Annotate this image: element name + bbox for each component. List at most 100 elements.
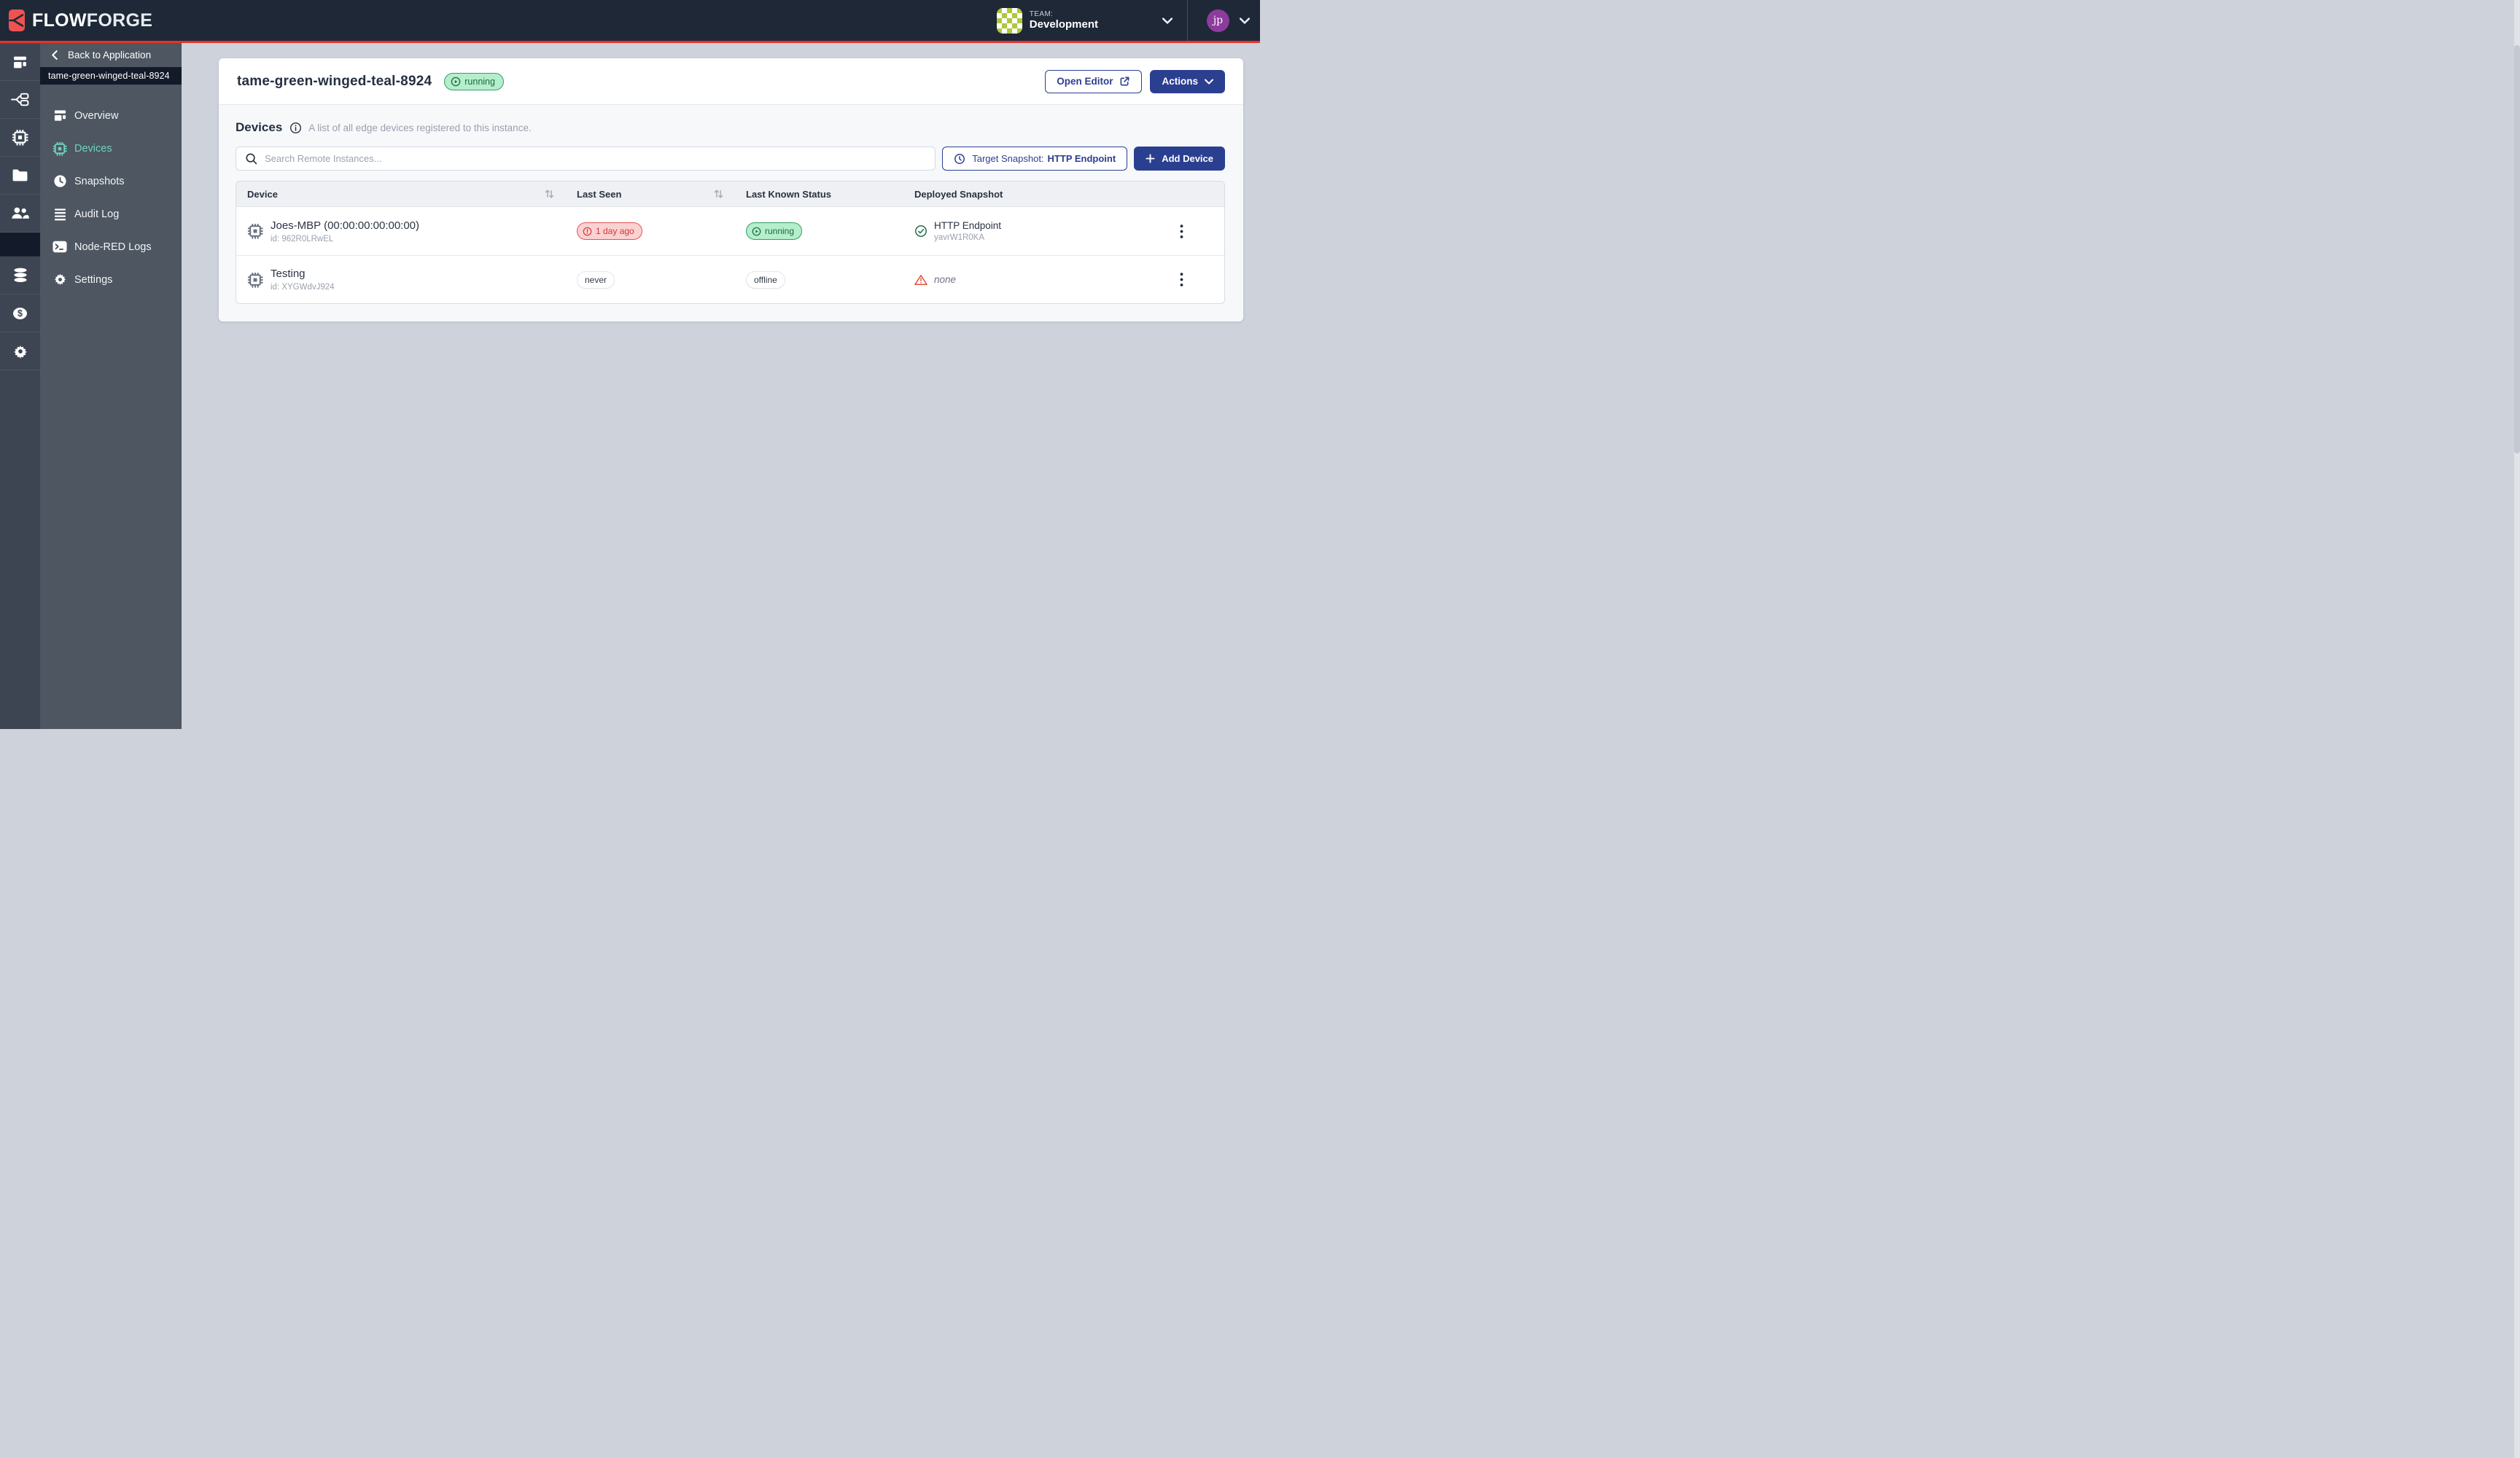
sidebar-icon-devices[interactable] [0, 119, 40, 157]
flowforge-logo[interactable]: FLOWFORGE [9, 9, 152, 31]
user-avatar: jp [1207, 9, 1229, 32]
sort-icon [544, 189, 555, 199]
scrollbar[interactable] [2514, 0, 2520, 1458]
device-row-joes-mbp[interactable]: Joes-MBP (00:00:00:00:00:00) id: 962R0LR… [236, 207, 1224, 255]
search-icon [245, 152, 257, 165]
target-snapshot-button[interactable]: Target Snapshot: HTTP Endpoint [942, 147, 1127, 171]
deployed-snapshot-cell: HTTP Endpoint yavrW1R0KA [903, 220, 1139, 242]
chevron-down-icon [1205, 79, 1213, 85]
actions-button[interactable]: Actions [1150, 70, 1225, 93]
status-badge: running [746, 222, 802, 240]
search-input[interactable] [265, 153, 926, 164]
status-cell: offline [735, 271, 903, 289]
search-box [236, 147, 936, 171]
nav-label: Audit Log [74, 208, 119, 220]
nav-item-devices[interactable]: Devices [40, 132, 182, 165]
devices-heading: Devices [236, 120, 282, 135]
add-device-button[interactable]: Add Device [1134, 147, 1225, 171]
instance-nav-list: Overview Devices Snapshots [40, 85, 182, 296]
play-circle-icon [451, 77, 461, 87]
last-seen-cell: never [566, 271, 735, 289]
device-id: id: XYGWdvJ924 [271, 283, 335, 292]
instance-name: tame-green-winged-teal-8924 [48, 71, 170, 81]
sidebar-icon-overview[interactable] [0, 43, 40, 81]
nav-item-audit-log[interactable]: Audit Log [40, 198, 182, 230]
open-editor-button[interactable]: Open Editor [1045, 70, 1142, 93]
nav-label: Snapshots [74, 176, 125, 187]
instance-card: tame-green-winged-teal-8924 running Open… [219, 58, 1243, 321]
flowforge-logo-icon [9, 9, 25, 31]
sidebar-icon-billing[interactable]: $ [0, 295, 40, 332]
sidebar-spacer [0, 233, 40, 257]
devices-description: A list of all edge devices registered to… [308, 122, 531, 133]
column-header-last-seen[interactable]: Last Seen [566, 189, 735, 200]
devices-section: Devices A list of all edge devices regis… [219, 105, 1243, 321]
devices-toolbar: Target Snapshot: HTTP Endpoint Add Devic… [236, 147, 1225, 171]
column-header-deployed-snapshot: Deployed Snapshot [903, 189, 1139, 200]
team-selector[interactable]: TEAM: Development [997, 0, 1172, 41]
nav-label: Node-RED Logs [74, 241, 152, 253]
chip-icon [247, 223, 263, 239]
kebab-menu-icon[interactable] [1177, 270, 1186, 289]
kebab-menu-icon[interactable] [1177, 222, 1186, 241]
back-to-application-label: Back to Application [68, 50, 151, 61]
exclamation-circle-icon [583, 227, 592, 236]
row-actions-cell [1139, 270, 1224, 289]
team-name: Development [1030, 18, 1098, 31]
device-name: Testing [271, 268, 335, 280]
device-row-testing[interactable]: Testing id: XYGWdvJ924 never offline [236, 255, 1224, 303]
plus-icon [1146, 154, 1155, 163]
page-title: tame-green-winged-teal-8924 [237, 74, 432, 90]
column-header-device[interactable]: Device [236, 189, 566, 200]
sidebar-icon-library[interactable] [0, 157, 40, 195]
devices-table: Device Last Seen [236, 181, 1225, 304]
navbar-right: TEAM: Development jp [997, 0, 1250, 41]
user-menu[interactable]: jp [1207, 9, 1250, 32]
team-icon-sidebar: $ [0, 43, 40, 729]
gear-icon [52, 273, 67, 286]
svg-text:$: $ [18, 308, 23, 319]
device-cell: Joes-MBP (00:00:00:00:00:00) id: 962R0LR… [236, 219, 566, 243]
status-badge: offline [746, 271, 785, 289]
instance-header: tame-green-winged-teal-8924 running Open… [219, 58, 1243, 105]
nav-item-overview[interactable]: Overview [40, 99, 182, 132]
nav-item-snapshots[interactable]: Snapshots [40, 165, 182, 198]
team-label: TEAM: [1030, 10, 1098, 19]
sidebar-icon-database[interactable] [0, 257, 40, 295]
sidebar-icon-members[interactable] [0, 195, 40, 233]
user-chevron-down-icon [1240, 17, 1250, 24]
team-avatar [997, 8, 1022, 34]
team-chevron-down-icon [1162, 17, 1172, 24]
list-lines-icon [52, 207, 67, 221]
brand-text: FLOWFORGE [32, 10, 152, 31]
last-seen-cell: 1 day ago [566, 222, 735, 240]
snapshot-none: none [934, 274, 956, 285]
chip-icon [52, 141, 67, 156]
terminal-icon [52, 241, 67, 253]
back-to-application[interactable]: Back to Application [40, 43, 182, 67]
main-layout: $ Back to Application tame-green-winged-… [0, 43, 1260, 729]
last-seen-badge: never [577, 271, 615, 289]
scrollbar-thumb[interactable] [2514, 45, 2520, 453]
nav-label: Overview [74, 110, 118, 122]
header-actions: Open Editor Actions [1045, 70, 1225, 93]
snapshot-id: yavrW1R0KA [934, 233, 1001, 242]
check-circle-icon [914, 225, 928, 238]
external-link-icon [1119, 76, 1130, 87]
instance-status-badge: running [444, 73, 504, 90]
chip-icon [247, 272, 263, 288]
sidebar-icon-settings[interactable] [0, 332, 40, 370]
play-circle-icon [752, 227, 761, 236]
sort-icon [713, 189, 724, 199]
table-header: Device Last Seen [236, 182, 1224, 207]
row-actions-cell [1139, 222, 1224, 241]
nav-item-node-red-logs[interactable]: Node-RED Logs [40, 230, 182, 263]
device-cell: Testing id: XYGWdvJ924 [236, 268, 566, 292]
panels-icon [52, 109, 67, 122]
snapshot-name: HTTP Endpoint [934, 220, 1001, 231]
nav-item-settings[interactable]: Settings [40, 263, 182, 296]
sidebar-icon-pipelines[interactable] [0, 81, 40, 119]
info-icon[interactable] [289, 122, 302, 134]
chevron-left-icon [52, 50, 58, 60]
main-content: tame-green-winged-teal-8924 running Open… [182, 43, 1260, 729]
